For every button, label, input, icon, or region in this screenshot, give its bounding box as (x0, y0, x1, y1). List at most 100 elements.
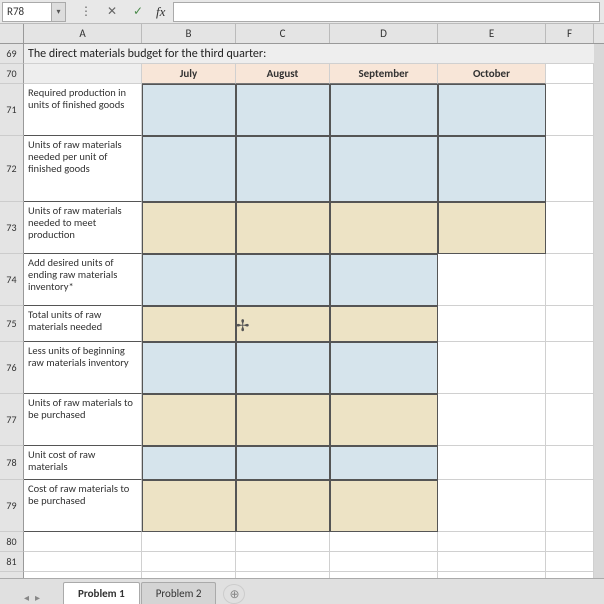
cell[interactable] (546, 64, 594, 84)
row-header[interactable]: 75 (0, 306, 24, 342)
cell[interactable] (546, 136, 594, 202)
cell[interactable] (546, 532, 594, 552)
cell[interactable] (438, 552, 546, 572)
cell[interactable] (438, 446, 546, 480)
label-cell[interactable]: Units of raw materials to be purchased (24, 394, 142, 446)
month-september[interactable]: September (330, 64, 438, 84)
label-cell[interactable]: Units of raw materials needed per unit o… (24, 136, 142, 202)
cell[interactable] (546, 446, 594, 480)
formula-input[interactable] (173, 2, 600, 22)
row-header[interactable]: 74 (0, 254, 24, 306)
tab-problem-1[interactable]: Problem 1 (63, 582, 140, 604)
calc-cell[interactable] (330, 480, 438, 532)
cell[interactable] (438, 306, 546, 342)
input-cell[interactable] (142, 254, 236, 306)
calc-cell[interactable] (236, 480, 330, 532)
row-header[interactable]: 80 (0, 532, 24, 552)
col-header-c[interactable]: C (236, 24, 330, 43)
label-cell[interactable]: Unit cost of raw materials (24, 446, 142, 480)
tab-nav-next-icon[interactable]: ▸ (35, 591, 40, 604)
tab-problem-2[interactable]: Problem 2 (141, 582, 217, 604)
col-header-b[interactable]: B (142, 24, 236, 43)
calc-cell[interactable] (142, 394, 236, 446)
calc-cell[interactable] (330, 306, 438, 342)
row-header[interactable]: 71 (0, 84, 24, 136)
cell[interactable] (438, 480, 546, 532)
calc-cell[interactable] (142, 202, 236, 254)
calc-cell[interactable] (142, 306, 236, 342)
label-cell[interactable]: Total units of raw materials needed (24, 306, 142, 342)
cell[interactable] (330, 532, 438, 552)
row-header[interactable]: 79 (0, 480, 24, 532)
label-cell[interactable]: Units of raw materials needed to meet pr… (24, 202, 142, 254)
col-header-a[interactable]: A (24, 24, 142, 43)
col-header-d[interactable]: D (330, 24, 438, 43)
select-all-corner[interactable] (0, 24, 24, 43)
month-october[interactable]: October (438, 64, 546, 84)
calc-cell[interactable] (236, 202, 330, 254)
input-cell[interactable] (142, 446, 236, 480)
cancel-icon[interactable]: ✕ (104, 4, 120, 19)
label-cell[interactable]: Required production in units of finished… (24, 84, 142, 136)
input-cell[interactable] (142, 136, 236, 202)
confirm-icon[interactable]: ✓ (130, 4, 146, 19)
input-cell[interactable] (330, 254, 438, 306)
calc-cell[interactable] (438, 202, 546, 254)
cell[interactable] (546, 254, 594, 306)
cell[interactable] (438, 394, 546, 446)
cell[interactable] (142, 552, 236, 572)
cell[interactable] (546, 552, 594, 572)
input-cell[interactable] (330, 342, 438, 394)
col-header-e[interactable]: E (438, 24, 546, 43)
calc-cell[interactable] (330, 202, 438, 254)
row-header[interactable]: 73 (0, 202, 24, 254)
tab-nav-prev-icon[interactable]: ◂ (24, 591, 29, 604)
input-cell[interactable] (330, 84, 438, 136)
cell[interactable] (24, 532, 142, 552)
month-july[interactable]: July (142, 64, 236, 84)
cell[interactable] (546, 306, 594, 342)
input-cell[interactable] (236, 136, 330, 202)
input-cell[interactable] (438, 136, 546, 202)
input-cell[interactable] (236, 84, 330, 136)
row-header[interactable]: 77 (0, 394, 24, 446)
label-cell[interactable]: Less units of beginning raw materials in… (24, 342, 142, 394)
input-cell[interactable] (438, 84, 546, 136)
row-header[interactable]: 69 (0, 44, 24, 64)
cell[interactable] (546, 202, 594, 254)
row-header[interactable]: 70 (0, 64, 24, 84)
add-sheet-button[interactable]: ⊕ (223, 584, 245, 604)
input-cell[interactable] (330, 446, 438, 480)
input-cell[interactable] (142, 84, 236, 136)
cell[interactable] (24, 552, 142, 572)
input-cell[interactable] (236, 254, 330, 306)
cell[interactable] (546, 342, 594, 394)
title-cell[interactable]: The direct materials budget for the thir… (24, 44, 594, 64)
cell[interactable] (546, 480, 594, 532)
name-box[interactable]: R78 (2, 2, 52, 22)
cell[interactable] (142, 532, 236, 552)
cell[interactable] (24, 64, 142, 84)
col-header-f[interactable]: F (546, 24, 594, 43)
cell[interactable] (236, 532, 330, 552)
cell[interactable] (546, 394, 594, 446)
cell[interactable] (438, 342, 546, 394)
month-august[interactable]: August (236, 64, 330, 84)
calc-cell[interactable] (236, 394, 330, 446)
label-cell[interactable]: Add desired units of ending raw material… (24, 254, 142, 306)
input-cell[interactable] (236, 342, 330, 394)
row-header[interactable]: 76 (0, 342, 24, 394)
cell[interactable] (236, 552, 330, 572)
row-header[interactable]: 81 (0, 552, 24, 572)
spreadsheet[interactable]: A B C D E F 69 The direct materials budg… (0, 24, 604, 592)
name-box-dropdown[interactable]: ▾ (52, 2, 66, 22)
input-cell[interactable] (236, 446, 330, 480)
cell[interactable] (438, 254, 546, 306)
calc-cell[interactable] (142, 480, 236, 532)
calc-cell[interactable] (236, 306, 330, 342)
input-cell[interactable] (330, 136, 438, 202)
cell[interactable] (546, 84, 594, 136)
cell[interactable] (330, 552, 438, 572)
row-header[interactable]: 78 (0, 446, 24, 480)
fx-icon[interactable]: fx (156, 4, 165, 20)
